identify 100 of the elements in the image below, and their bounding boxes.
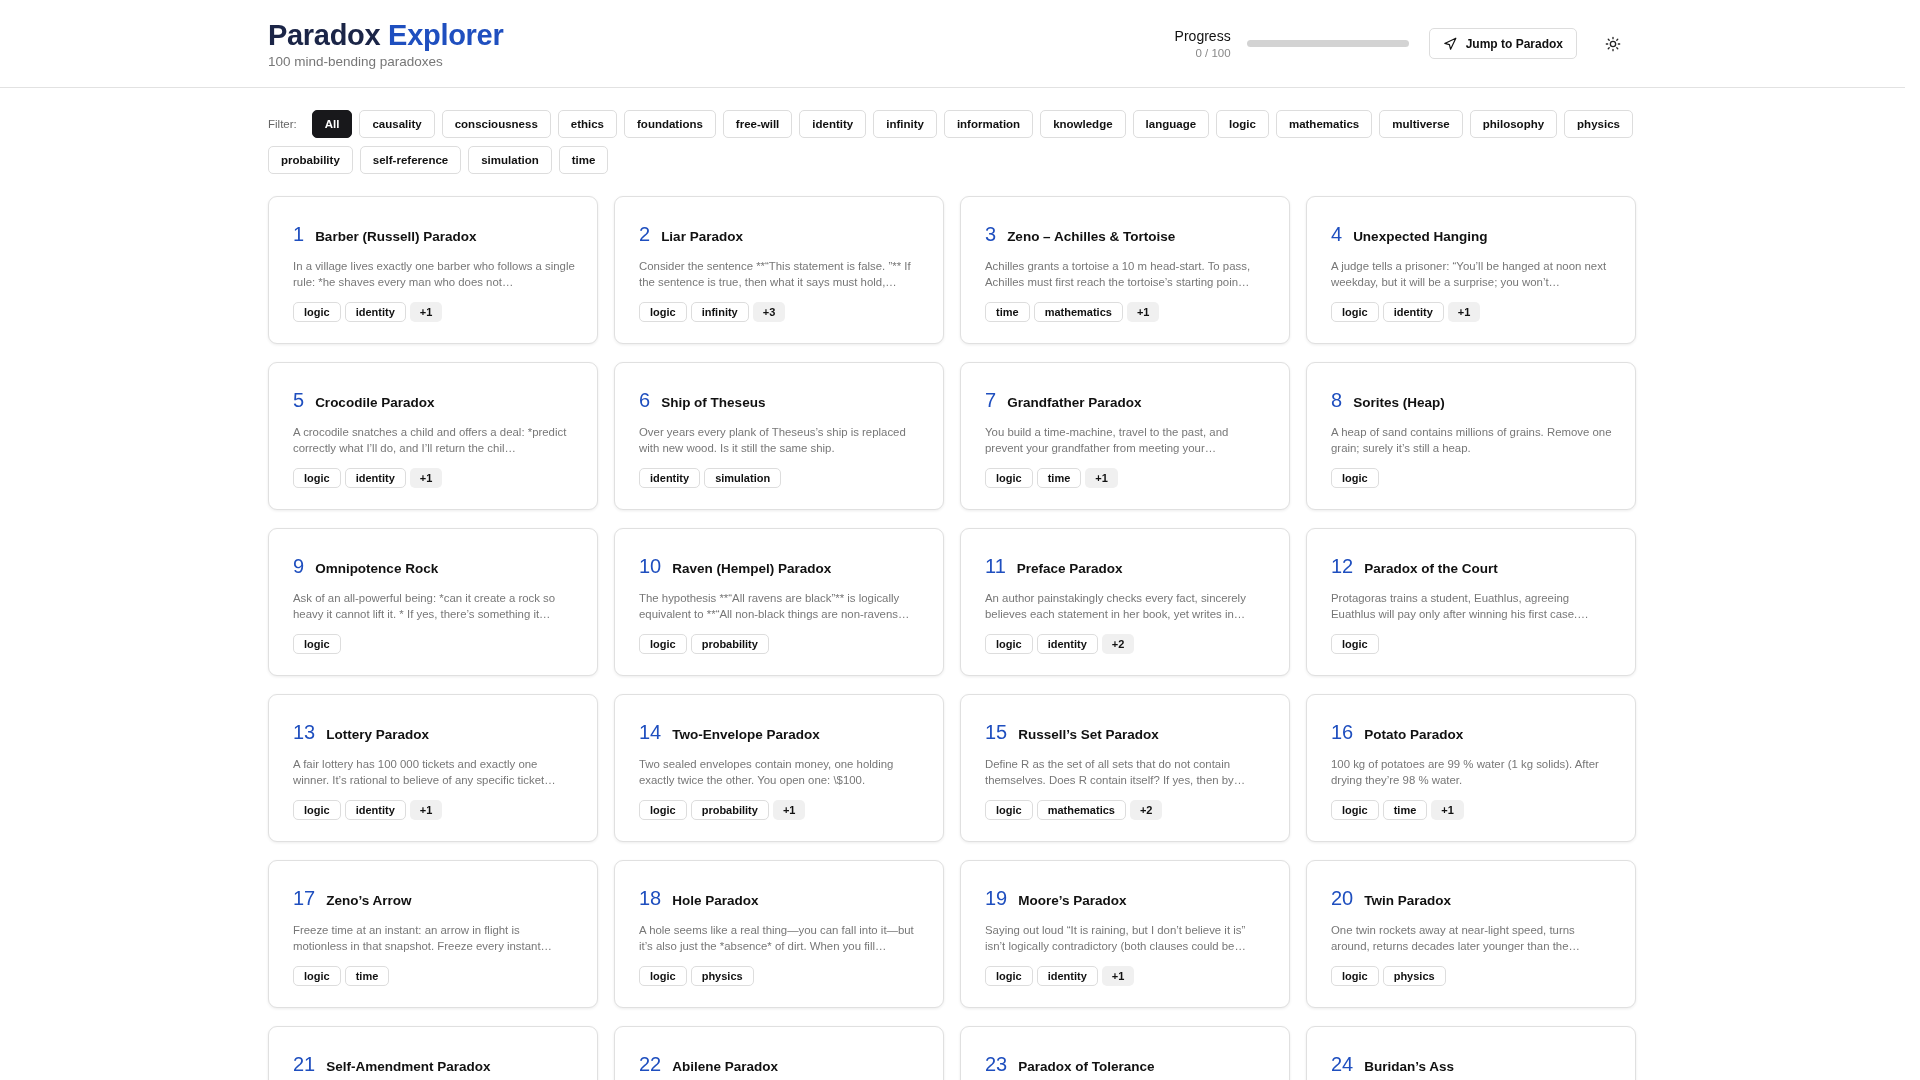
paradox-card[interactable]: 4 Unexpected Hanging A judge tells a prisoner: “You’ll be hanged at noon next weekday, but it will be a surprise; you won’t… logic identity +1 bbox=[1306, 196, 1636, 344]
filter-chip[interactable]: information bbox=[943, 110, 1034, 138]
paradox-title: Unexpected Hanging bbox=[1353, 229, 1488, 244]
paradox-title: Omnipotence Rock bbox=[315, 561, 439, 576]
tag: logic bbox=[1331, 634, 1379, 654]
progress-count: 0 / 100 bbox=[1194, 47, 1231, 59]
tag: logic bbox=[985, 468, 1033, 488]
paradox-card[interactable]: 16 Potato Paradox 100 kg of potatoes are 99 % water (1 kg solids). After drying they’re 98 % water. logic time +1 bbox=[1306, 694, 1636, 842]
paradox-card[interactable]: 1 Barber (Russell) Paradox In a village lives exactly one barber who follows a single rule: *he shaves every man who does not… logic identity +1 bbox=[268, 196, 598, 344]
filter-chip[interactable]: logic bbox=[1216, 110, 1269, 138]
paradox-card[interactable]: 8 Sorites (Heap) A heap of sand contains millions of grains. Remove one grain; surely it’s still a heap. logic bbox=[1306, 362, 1636, 510]
tag: identity bbox=[344, 302, 406, 322]
paradox-card[interactable]: 10 Raven (Hempel) Paradox The hypothesis **“All ravens are black”** is logically equivalent to **“All non-black things are non-ravens… logic probability bbox=[614, 528, 944, 676]
paradox-card[interactable]: 11 Preface Paradox An author painstakingly checks every fact, sincerely believes each statement in her book, yet writes in… logic identity +2 bbox=[960, 528, 1290, 676]
paradox-description: Saying out loud “It is raining, but I don’t believe it is” isn’t logically contradictory (both clauses could be… bbox=[985, 923, 1247, 954]
paradox-title: Lottery Paradox bbox=[326, 727, 430, 742]
paradox-description: The hypothesis **“All ravens are black”** is logically equivalent to **“All non-black things are non-ravens… bbox=[639, 591, 911, 622]
filter-chip[interactable]: philosophy bbox=[1469, 110, 1558, 138]
paradox-card[interactable]: 12 Paradox of the Court Protagoras trains a student, Euathlus, agreeing Euathlus will pay only after winning his first case.… logic bbox=[1306, 528, 1636, 676]
paradox-card[interactable]: 5 Crocodile Paradox A crocodile snatches a child and offers a deal: *predict correctly what I’ll do, and I’ll return the chil… logic identity +1 bbox=[268, 362, 598, 510]
paradox-description: Consider the sentence **“This statement is false. ”** If the sentence is true, then what it says must hold,… bbox=[639, 259, 912, 290]
filter-chip[interactable]: foundations bbox=[624, 110, 716, 138]
paradox-description: Ask of an all-powerful being: *can it create a rock so heavy it cannot lift it. * If yes, there’s something it… bbox=[293, 591, 557, 622]
tag: mathematics bbox=[1036, 800, 1126, 820]
paradox-title: Sorites (Heap) bbox=[1353, 395, 1445, 410]
paradox-card[interactable]: 21 Self-Amendment Paradox bbox=[268, 1026, 598, 1080]
tag: identity bbox=[639, 468, 701, 488]
paradox-description: You build a time-machine, travel to the past, and prevent your grandfather from meeting your… bbox=[985, 425, 1230, 456]
filter-chip[interactable]: language bbox=[1132, 110, 1210, 138]
paradox-card[interactable]: 20 Twin Paradox One twin rockets away at near-light speed, turns around, returns decades later younger than the… logic physics bbox=[1306, 860, 1636, 1008]
paradox-number: 6 bbox=[639, 389, 651, 412]
paradox-number: 12 bbox=[1331, 555, 1354, 578]
filter-chip[interactable]: simulation bbox=[468, 146, 552, 174]
paradox-card[interactable]: 17 Zeno’s Arrow Freeze time at an instant: an arrow in flight is motionless in that snapshot. Freeze every instant… logic time bbox=[268, 860, 598, 1008]
tag: logic bbox=[293, 634, 341, 654]
paradox-card[interactable]: 6 Ship of Theseus Over years every plank of Theseus’s ship is replaced with new wood. Is it still the same ship. identity simulation bbox=[614, 362, 944, 510]
paradox-title: Twin Paradox bbox=[1364, 893, 1452, 908]
paradox-description: An author painstakingly checks every fact, sincerely believes each statement in her book, yet writes in… bbox=[985, 591, 1247, 622]
paradox-card[interactable]: 13 Lottery Paradox A fair lottery has 100 000 tickets and exactly one winner. It’s rational to believe of any specific ticket… logic identity +1 bbox=[268, 694, 598, 842]
paradox-number: 22 bbox=[639, 1053, 662, 1076]
navigation-arrow-icon bbox=[1442, 36, 1457, 51]
paradox-number: 23 bbox=[985, 1053, 1008, 1076]
filter-chip[interactable]: identity bbox=[799, 110, 867, 138]
filter-chip[interactable]: mathematics bbox=[1275, 110, 1373, 138]
filter-chip[interactable]: knowledge bbox=[1040, 110, 1126, 138]
paradox-title: Self-Amendment Paradox bbox=[326, 1059, 491, 1074]
paradox-card[interactable]: 7 Grandfather Paradox You build a time-machine, travel to the past, and prevent your grandfather from meeting your… logic time +1 bbox=[960, 362, 1290, 510]
paradox-title: Buridan’s Ass bbox=[1364, 1059, 1455, 1074]
paradox-card[interactable]: 22 Abilene Paradox bbox=[614, 1026, 944, 1080]
tag: logic bbox=[985, 634, 1033, 654]
filter-chip[interactable]: infinity bbox=[873, 110, 937, 138]
paradox-card[interactable]: 18 Hole Paradox A hole seems like a real thing—you can fall into it—but it’s also just the *absence* of dirt. When you fill… logic physics bbox=[614, 860, 944, 1008]
filter-chip[interactable]: probability bbox=[268, 146, 353, 174]
paradox-description: Over years every plank of Theseus’s ship is replaced with new wood. Is it still the same ship. bbox=[639, 425, 907, 456]
more-tags-count: +3 bbox=[752, 302, 786, 322]
filter-chip[interactable]: free-will bbox=[722, 110, 793, 138]
tag: time bbox=[1382, 800, 1428, 820]
filter-chip[interactable]: All bbox=[311, 110, 353, 138]
tag: probability bbox=[690, 800, 769, 820]
paradox-card[interactable]: 3 Zeno – Achilles & Tortoise Achilles grants a tortoise a 10 m head-start. To pass, Achilles must first reach the tortoise’s starting poin… time mathematics +1 bbox=[960, 196, 1290, 344]
tag: logic bbox=[293, 966, 341, 986]
paradox-description: Freeze time at an instant: an arrow in flight is motionless in that snapshot. Freeze every instant… bbox=[293, 923, 553, 954]
filter-chip[interactable]: consciousness bbox=[441, 110, 551, 138]
paradox-title: Paradox of the Court bbox=[1364, 561, 1498, 576]
paradox-number: 3 bbox=[985, 223, 997, 246]
more-tags-count: +1 bbox=[409, 302, 443, 322]
paradox-title: Moore’s Paradox bbox=[1018, 893, 1127, 908]
paradox-title: Liar Paradox bbox=[661, 229, 743, 244]
tag: time bbox=[344, 966, 390, 986]
filter-chip[interactable]: time bbox=[558, 146, 609, 174]
paradox-description: One twin rockets away at near-light speed, turns around, returns decades later younger than the… bbox=[1331, 923, 1581, 954]
tag: logic bbox=[1331, 468, 1379, 488]
paradox-number: 14 bbox=[639, 721, 662, 744]
filter-label: Filter: bbox=[268, 118, 297, 130]
tag: identity bbox=[1036, 966, 1098, 986]
paradox-description: In a village lives exactly one barber who follows a single rule: *he shaves every man who does not… bbox=[293, 259, 575, 290]
paradox-card[interactable]: 23 Paradox of Tolerance bbox=[960, 1026, 1290, 1080]
paradox-number: 17 bbox=[293, 887, 316, 910]
paradox-card[interactable]: 24 Buridan’s Ass bbox=[1306, 1026, 1636, 1080]
jump-to-paradox-button[interactable]: Jump to Paradox bbox=[1428, 28, 1577, 59]
paradox-card[interactable]: 15 Russell’s Set Paradox Define R as the set of all sets that do not contain themselves. Does R contain itself? If yes, then by… logic mathematics +2 bbox=[960, 694, 1290, 842]
tag: infinity bbox=[690, 302, 749, 322]
filter-chip[interactable]: multiverse bbox=[1379, 110, 1463, 138]
filter-chip[interactable]: ethics bbox=[557, 110, 618, 138]
paradox-description: Protagoras trains a student, Euathlus, agreeing Euathlus will pay only after winning his first case.… bbox=[1331, 591, 1590, 622]
paradox-card[interactable]: 19 Moore’s Paradox Saying out loud “It is raining, but I don’t believe it is” isn’t logically contradictory (both clauses could be… logic identity +1 bbox=[960, 860, 1290, 1008]
paradox-number: 19 bbox=[985, 887, 1008, 910]
tag: logic bbox=[639, 800, 687, 820]
tag: identity bbox=[1382, 302, 1444, 322]
paradox-card[interactable]: 9 Omnipotence Rock Ask of an all-powerful being: *can it create a rock so heavy it cannot lift it. * If yes, there’s something it… logic bbox=[268, 528, 598, 676]
filter-chip[interactable]: self-reference bbox=[359, 146, 462, 174]
paradox-number: 8 bbox=[1331, 389, 1343, 412]
paradox-number: 4 bbox=[1331, 223, 1343, 246]
paradox-card[interactable]: 2 Liar Paradox Consider the sentence **“This statement is false. ”** If the sentence is true, then what it says must hold,… logic infinity +3 bbox=[614, 196, 944, 344]
filter-chip[interactable]: physics bbox=[1564, 110, 1633, 138]
theme-toggle-sun-icon[interactable] bbox=[1605, 35, 1621, 52]
filter-chip[interactable]: causality bbox=[359, 110, 435, 138]
tag: physics bbox=[1382, 966, 1446, 986]
paradox-card[interactable]: 14 Two-Envelope Paradox Two sealed envelopes contain money, one holding exactly twice the other. You open one: \$100. logic probability +1 bbox=[614, 694, 944, 842]
more-tags-count: +1 bbox=[409, 800, 443, 820]
